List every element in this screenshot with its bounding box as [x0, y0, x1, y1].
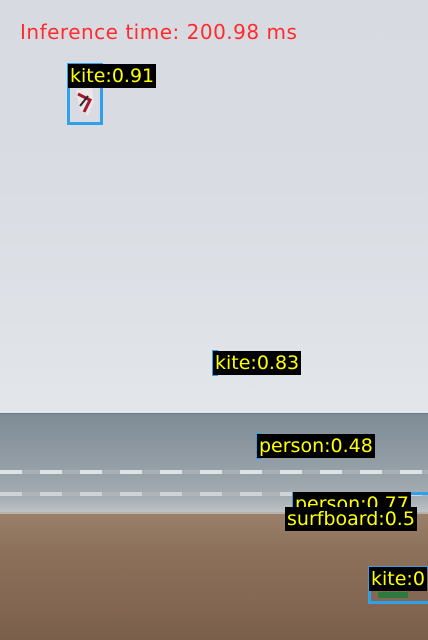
beach-photo: kite:0.91 kite:0.83 person:0.48 person:0… [0, 0, 428, 640]
detection-label: kite:0 [369, 567, 427, 591]
detection-label: surfboard:0.5 [285, 507, 417, 531]
detection-label: kite:0.83 [213, 351, 302, 375]
inference-time-text: Inference time: 200.98 ms [20, 20, 298, 44]
sand [0, 514, 428, 640]
detection-label: kite:0.91 [68, 64, 157, 88]
detection-label: person:0.48 [257, 434, 375, 458]
wave-foam [0, 470, 428, 474]
